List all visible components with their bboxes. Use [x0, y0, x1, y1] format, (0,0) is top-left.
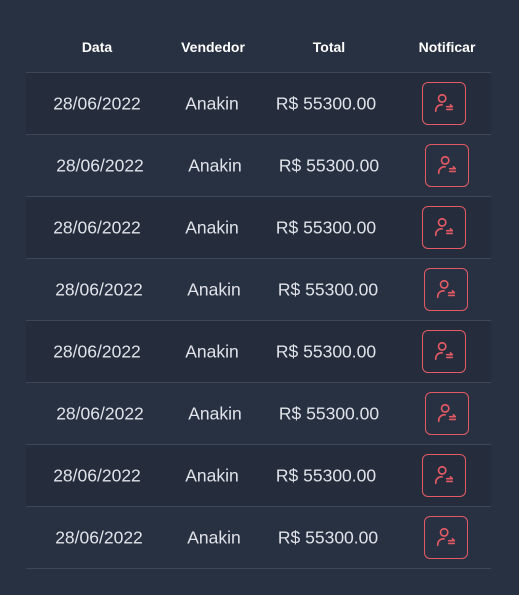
cell-seller: Anakin — [185, 465, 239, 485]
table-row: 28/06/2022 Anakin R$ 55300.00 — [26, 383, 491, 445]
table-row: 28/06/2022 Anakin R$ 55300.00 — [26, 507, 491, 569]
notify-button[interactable] — [425, 143, 469, 187]
cell-date: 28/06/2022 — [56, 155, 144, 175]
table-row: 28/06/2022 Anakin R$ 55300.00 — [26, 73, 491, 135]
user-notify-icon — [434, 93, 454, 113]
user-notify-icon — [434, 217, 454, 237]
cell-total: R$ 55300.00 — [275, 93, 377, 113]
cell-seller: Anakin — [187, 527, 241, 547]
cell-date: 28/06/2022 — [53, 217, 141, 237]
user-notify-icon — [436, 527, 456, 547]
table-row: 28/06/2022 Anakin R$ 55300.00 — [26, 197, 491, 259]
user-notify-icon — [436, 279, 456, 299]
notify-button[interactable] — [422, 453, 466, 497]
cell-seller: Anakin — [185, 341, 239, 361]
cell-seller: Anakin — [188, 155, 242, 175]
table-row: 28/06/2022 Anakin R$ 55300.00 — [26, 321, 491, 383]
table-body: 28/06/2022 Anakin R$ 55300.00 28/06/2022 Ana… — [26, 73, 491, 569]
cell-seller: Anakin — [188, 403, 242, 423]
notify-button[interactable] — [422, 205, 466, 249]
table-header: Data Vendedor Total Notificar — [26, 30, 491, 73]
cell-date: 28/06/2022 — [53, 341, 141, 361]
header-date: Data — [81, 39, 113, 55]
cell-date: 28/06/2022 — [53, 465, 141, 485]
notify-button[interactable] — [424, 267, 468, 311]
cell-date: 28/06/2022 — [56, 403, 144, 423]
table-row: 28/06/2022 Anakin R$ 55300.00 — [26, 259, 491, 321]
table-row: 28/06/2022 Anakin R$ 55300.00 — [26, 135, 491, 197]
cell-total: R$ 55300.00 — [275, 465, 377, 485]
cell-date: 28/06/2022 — [55, 527, 143, 547]
cell-total: R$ 55300.00 — [275, 341, 377, 361]
cell-date: 28/06/2022 — [55, 279, 143, 299]
table-row: 28/06/2022 Anakin R$ 55300.00 — [26, 445, 491, 507]
header-notify: Notificar — [418, 39, 476, 55]
notify-button[interactable] — [422, 81, 466, 125]
cell-total: R$ 55300.00 — [277, 279, 379, 299]
cell-date: 28/06/2022 — [53, 93, 141, 113]
user-notify-icon — [434, 465, 454, 485]
cell-seller: Anakin — [185, 93, 239, 113]
notify-button[interactable] — [424, 515, 468, 559]
cell-total: R$ 55300.00 — [275, 217, 377, 237]
user-notify-icon — [437, 403, 457, 423]
cell-total: R$ 55300.00 — [277, 527, 379, 547]
header-seller: Vendedor — [181, 39, 245, 55]
user-notify-icon — [434, 341, 454, 361]
sales-table: Data Vendedor Total Notificar 28/06/2022… — [26, 30, 491, 569]
header-total: Total — [312, 39, 346, 55]
user-notify-icon — [437, 155, 457, 175]
cell-total: R$ 55300.00 — [278, 403, 380, 423]
cell-seller: Anakin — [187, 279, 241, 299]
notify-button[interactable] — [425, 391, 469, 435]
cell-total: R$ 55300.00 — [278, 155, 380, 175]
notify-button[interactable] — [422, 329, 466, 373]
cell-seller: Anakin — [185, 217, 239, 237]
